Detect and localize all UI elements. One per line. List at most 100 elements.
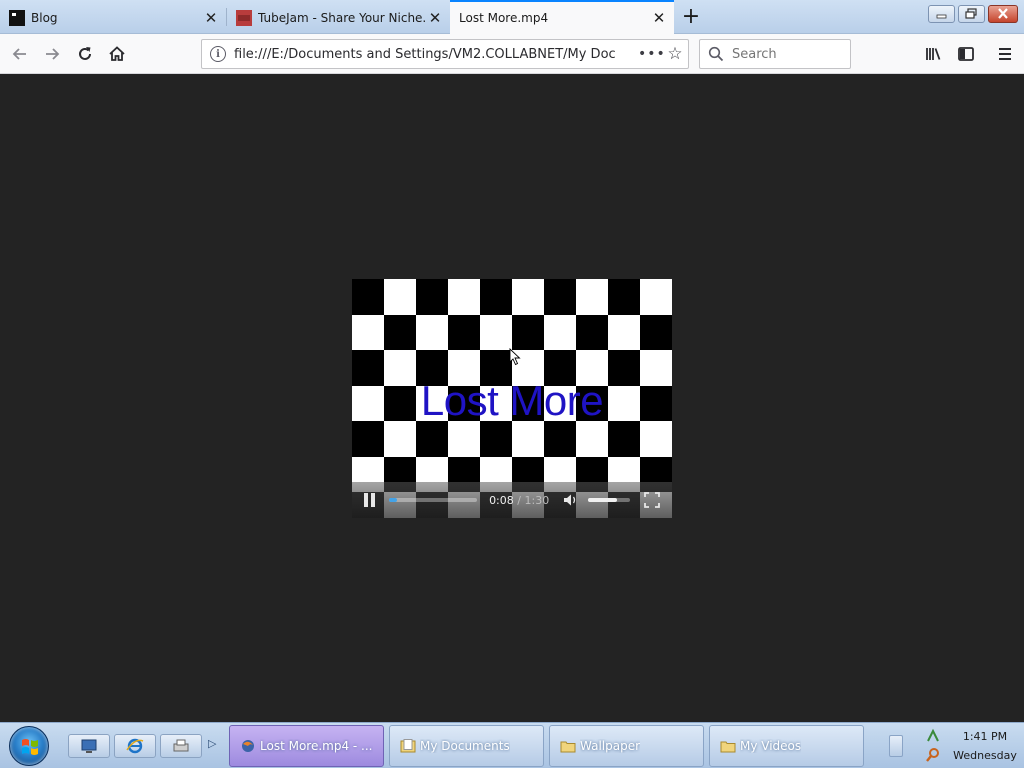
sidebar-icon — [958, 47, 974, 61]
close-icon[interactable]: ✕ — [202, 9, 220, 27]
quicklaunch-show-desktop[interactable] — [68, 734, 110, 758]
checker-square — [544, 421, 576, 457]
tab-blog[interactable]: Blog ✕ — [0, 1, 226, 34]
system-tray — [925, 728, 945, 766]
checker-square — [480, 421, 512, 457]
seek-bar-fill — [388, 498, 397, 502]
tab-strip: Blog ✕ TubeJam - Share Your Niche. ✕ Los… — [0, 0, 1024, 34]
hamburger-menu-icon — [999, 48, 1011, 60]
seek-bar[interactable] — [388, 498, 478, 502]
home-button[interactable] — [103, 40, 131, 68]
video-controls: 0:08 / 1:30 — [352, 482, 672, 518]
checker-square — [640, 279, 672, 315]
close-window-button[interactable] — [988, 5, 1018, 23]
back-button[interactable] — [6, 40, 34, 68]
minimize-icon — [936, 14, 947, 19]
checker-square — [480, 314, 512, 350]
taskbar-item-wallpaper[interactable]: Wallpaper — [549, 725, 704, 767]
volume-slider[interactable] — [587, 498, 630, 502]
system-clock[interactable]: 1:41 PM Wednesday — [950, 727, 1020, 765]
close-icon[interactable]: ✕ — [426, 9, 444, 27]
checker-square — [448, 279, 480, 315]
mute-button[interactable] — [563, 492, 580, 508]
time-display: 0:08 / 1:30 — [489, 494, 549, 507]
checker-square — [608, 421, 640, 457]
mouse-pointer-icon — [509, 348, 521, 366]
minimize-button[interactable] — [928, 5, 955, 23]
reload-icon — [79, 47, 91, 60]
network-icon[interactable] — [925, 728, 941, 744]
quicklaunch-chevron-icon[interactable]: ▷ — [208, 737, 216, 750]
back-arrow-icon — [12, 48, 26, 60]
taskbar-item-my-documents[interactable]: My Documents — [389, 725, 544, 767]
taskbar-item-lost-more[interactable]: Lost More.mp4 - ... — [229, 725, 384, 767]
current-time: 0:08 — [489, 493, 514, 507]
checker-square — [544, 279, 576, 315]
tab-title: TubeJam - Share Your Niche. — [258, 10, 426, 25]
volume-slider-fill — [587, 498, 618, 502]
reload-button[interactable] — [71, 40, 99, 68]
menu-button[interactable] — [991, 40, 1019, 68]
clock-time: 1:41 PM — [962, 730, 1008, 743]
forward-arrow-icon — [46, 48, 60, 60]
fullscreen-icon — [644, 492, 660, 508]
checker-square — [608, 314, 640, 350]
tab-tubejam[interactable]: TubeJam - Share Your Niche. ✕ — [227, 1, 450, 34]
page-actions-icon[interactable]: ••• — [638, 46, 665, 62]
taskbar-item-label: Wallpaper — [580, 739, 641, 753]
checker-square — [544, 314, 576, 350]
checker-square — [512, 279, 544, 315]
quicklaunch-internet-explorer[interactable] — [114, 734, 156, 758]
checker-square — [448, 421, 480, 457]
pause-bar — [364, 493, 368, 507]
checker-square — [352, 421, 384, 457]
restore-button[interactable] — [958, 5, 985, 23]
forward-button[interactable] — [38, 40, 66, 68]
start-button[interactable] — [9, 726, 49, 766]
checker-square — [480, 279, 512, 315]
bookmark-star-icon[interactable]: ☆ — [662, 44, 688, 64]
taskbar: ▷ Lost More.mp4 - ... My Documents Wallp… — [0, 722, 1024, 768]
tab-lost-more[interactable]: Lost More.mp4 ✕ — [450, 0, 674, 34]
fullscreen-button[interactable] — [644, 492, 660, 508]
checker-square — [352, 279, 384, 315]
plus-icon: + — [681, 3, 701, 29]
tab-title: Lost More.mp4 — [459, 11, 549, 25]
search-tray-icon[interactable] — [925, 747, 941, 763]
close-icon[interactable]: ✕ — [650, 9, 668, 27]
quicklaunch-printer[interactable] — [160, 734, 202, 758]
search-box[interactable] — [699, 39, 851, 69]
search-icon — [708, 46, 724, 62]
info-icon[interactable]: i — [210, 46, 226, 62]
checker-square — [576, 314, 608, 350]
checker-square — [576, 421, 608, 457]
folder-icon — [720, 741, 736, 753]
checker-square — [416, 314, 448, 350]
sidebar-button[interactable] — [952, 40, 980, 68]
speaker-icon — [564, 494, 576, 506]
checker-square — [448, 314, 480, 350]
printer-icon — [173, 739, 189, 752]
checker-square — [512, 314, 544, 350]
firefox-app-icon — [242, 740, 254, 752]
url-text[interactable]: file:///E:/Documents and Settings/VM2.CO… — [234, 47, 638, 62]
checker-square — [640, 421, 672, 457]
checker-square — [416, 421, 448, 457]
checker-square — [416, 279, 448, 315]
window-controls — [928, 5, 1018, 23]
pause-bar — [371, 493, 375, 507]
pause-button[interactable] — [364, 493, 377, 507]
taskbar-item-label: My Videos — [740, 739, 802, 753]
tab-title: Blog — [31, 10, 58, 25]
address-bar[interactable]: i file:///E:/Documents and Settings/VM2.… — [201, 39, 689, 69]
new-tab-button[interactable]: + — [678, 3, 704, 29]
tray-expand-button[interactable] — [889, 735, 903, 757]
video-player[interactable]: Lost More 0:08 / 1:30 — [352, 279, 672, 518]
search-input[interactable] — [732, 46, 842, 62]
close-window-icon — [998, 8, 1008, 19]
clock-day: Wednesday — [953, 749, 1017, 762]
checker-square — [384, 279, 416, 315]
library-button[interactable] — [920, 40, 948, 68]
checker-square — [608, 279, 640, 315]
taskbar-item-my-videos[interactable]: My Videos — [709, 725, 864, 767]
